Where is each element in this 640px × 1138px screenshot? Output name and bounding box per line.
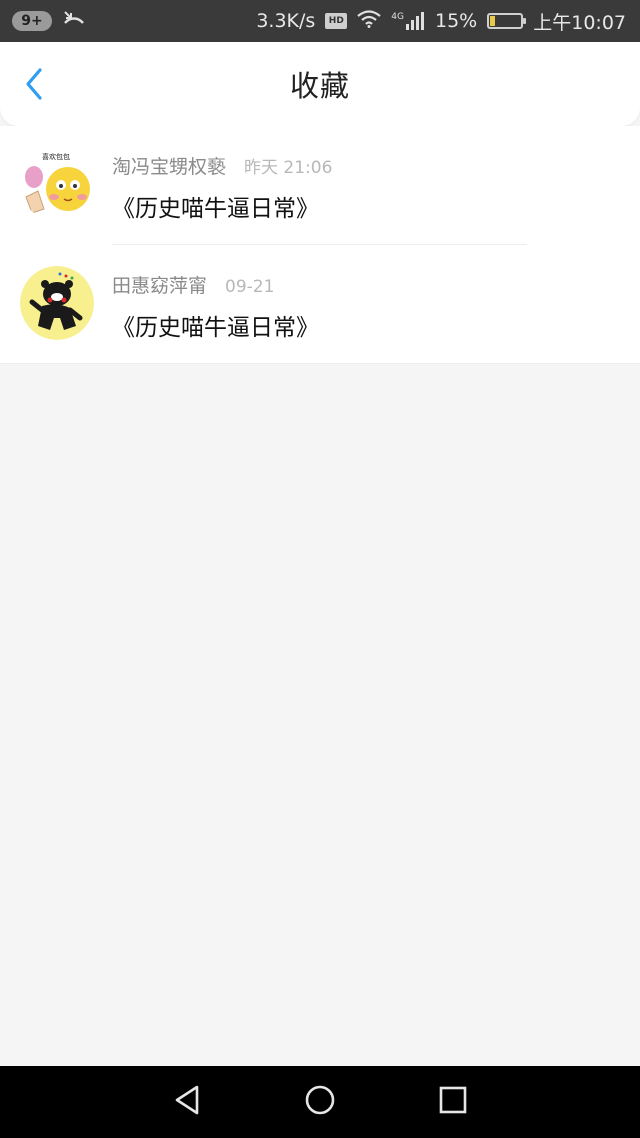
system-home-button[interactable] (300, 1082, 340, 1122)
item-time: 昨天 21:06 (244, 158, 333, 178)
home-circle-icon (304, 1084, 336, 1120)
system-nav-bar (0, 1066, 640, 1138)
sticker-emoji-clapping-icon: 喜欢包包 (20, 147, 94, 221)
battery-fill (490, 16, 495, 26)
notification-count-badge: 9+ (12, 11, 52, 31)
back-button[interactable] (14, 66, 54, 106)
item-body: 田惠窈萍甯 09-21 《历史喵牛逼日常》 (112, 271, 620, 342)
item-time: 09-21 (225, 277, 275, 297)
status-bar: 9+ 3.3K/s HD 4G 15% 上午10:07 (0, 0, 640, 42)
battery-percent: 15% (435, 10, 478, 32)
battery-icon (487, 13, 527, 29)
status-time: 上午10:07 (533, 11, 626, 34)
wifi-icon (357, 10, 381, 32)
avatar[interactable] (20, 266, 94, 340)
item-body: 淘冯宝甥权褻 昨天 21:06 《历史喵牛逼日常》 (112, 152, 620, 223)
back-triangle-icon (172, 1084, 202, 1120)
avatar[interactable]: 喜欢包包 (20, 147, 94, 221)
system-recents-button[interactable] (433, 1082, 473, 1122)
chevron-left-icon (23, 67, 45, 105)
item-author: 淘冯宝甥权褻 (112, 156, 227, 178)
nav-bar: 收藏 (0, 42, 640, 126)
system-back-button[interactable] (167, 1082, 207, 1122)
list-item[interactable]: 喜欢包包 淘冯宝甥权褻 昨天 21:06 《历史喵牛逼日常》 (0, 126, 640, 245)
signal-icon: 4G (391, 12, 425, 30)
network-speed: 3.3K/s (256, 10, 316, 32)
list-item[interactable]: 田惠窈萍甯 09-21 《历史喵牛逼日常》 (0, 245, 640, 364)
item-title: 《历史喵牛逼日常》 (112, 196, 319, 222)
avatar-caption: 喜欢包包 (42, 152, 70, 161)
missed-call-icon (62, 9, 86, 33)
item-author: 田惠窈萍甯 (112, 275, 208, 297)
recents-square-icon (438, 1085, 468, 1119)
hd-badge: HD (325, 13, 348, 29)
kumamon-sticker-icon (20, 266, 94, 340)
item-title: 《历史喵牛逼日常》 (112, 315, 319, 341)
page-title: 收藏 (289, 69, 350, 103)
signal-type-label: 4G (391, 12, 404, 22)
favorites-list: 喜欢包包 淘冯宝甥权褻 昨天 21:06 《历史喵牛逼日常》 田惠窈萍甯 09-… (0, 126, 640, 364)
